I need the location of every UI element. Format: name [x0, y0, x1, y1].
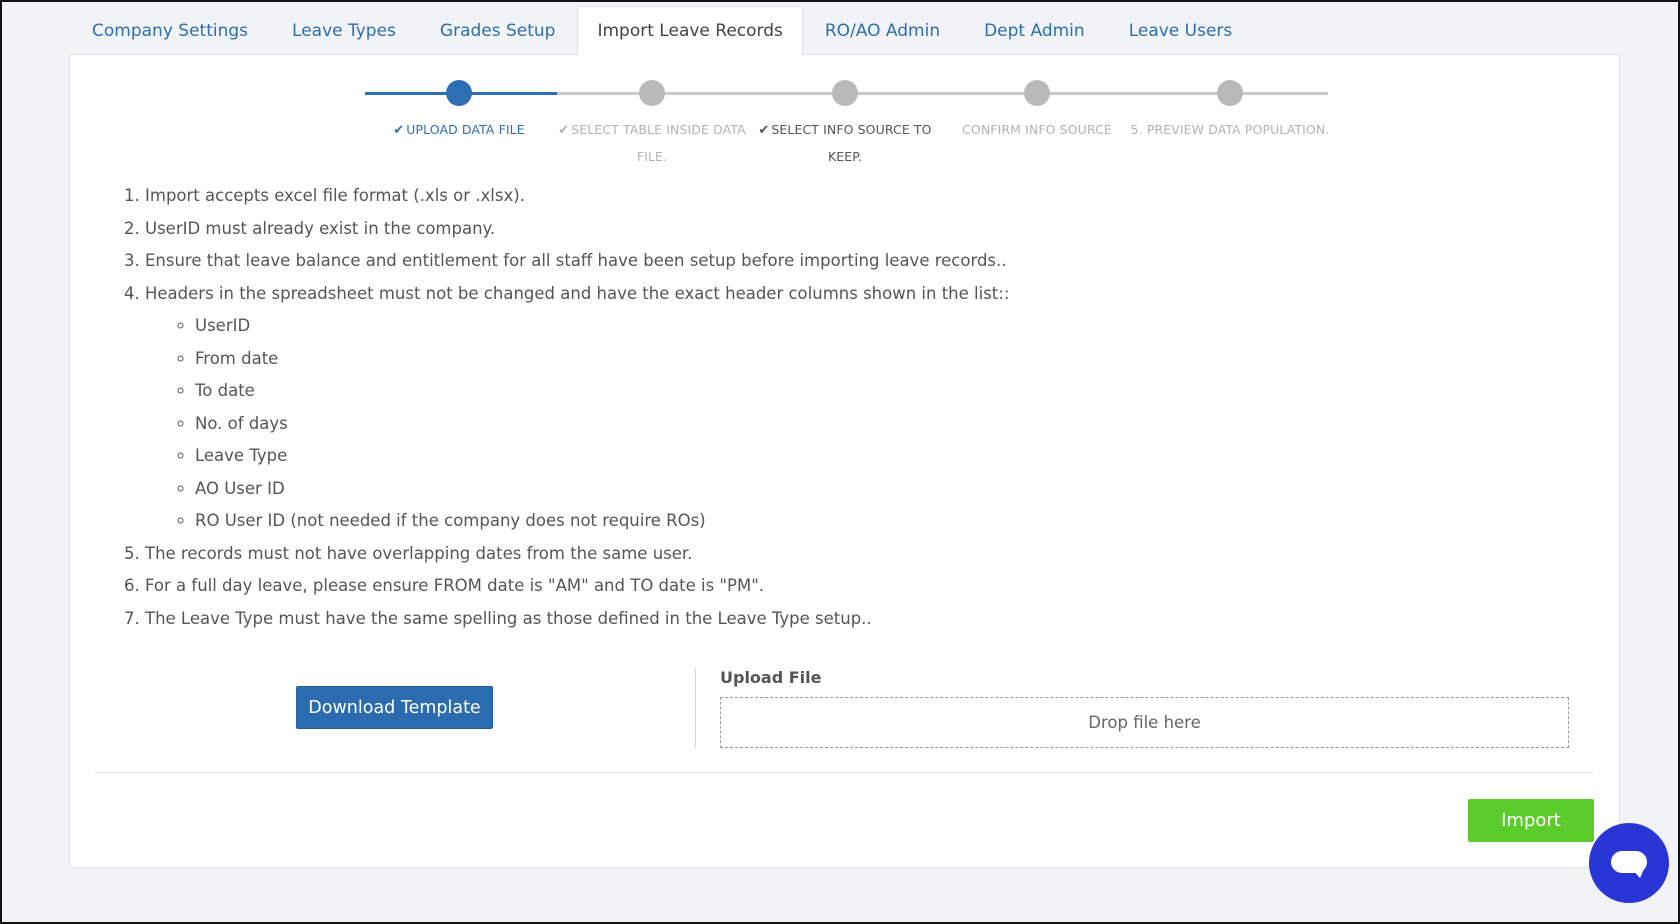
header-column-item: UserID [195, 310, 1526, 343]
chat-bubble-tail [1632, 869, 1644, 878]
check-icon: ✔ [558, 123, 570, 138]
step-select-info-source[interactable]: ✔ SELECT INFO SOURCE TO KEEP. [745, 80, 945, 170]
chat-launcher-button[interactable] [1589, 823, 1669, 903]
step-dot [639, 80, 665, 106]
import-instructions: Import accepts excel file format (.xls o… [126, 180, 1526, 635]
instruction-item: The records must not have overlapping da… [145, 538, 1526, 571]
instruction-item: Headers in the spreadsheet must not be c… [145, 278, 1526, 538]
import-stepper: ✔ UPLOAD DATA FILE ✔ SELECT TABLE INSIDE D… [365, 80, 1330, 170]
divider [94, 772, 1594, 773]
instruction-list: Import accepts excel file format (.xls o… [126, 180, 1526, 635]
file-dropzone[interactable]: Drop file here [720, 697, 1569, 748]
tab-grades-setup[interactable]: Grades Setup [418, 6, 578, 55]
step-label: 5. PREVIEW DATA POPULATION. [1130, 122, 1330, 137]
instruction-item: The Leave Type must have the same spelli… [145, 603, 1526, 636]
instruction-item: Import accepts excel file format (.xls o… [145, 180, 1526, 213]
step-confirm-info-source[interactable]: CONFIRM INFO SOURCE [937, 80, 1137, 143]
check-icon: ✔ [393, 123, 405, 138]
tab-import-leave-records[interactable]: Import Leave Records [577, 6, 803, 55]
tab-leave-types[interactable]: Leave Types [270, 6, 418, 55]
step-upload-data-file[interactable]: ✔ UPLOAD DATA FILE [359, 80, 559, 144]
header-column-item: From date [195, 343, 1526, 376]
step-dot [1024, 80, 1050, 106]
divider [695, 668, 696, 748]
tab-dept-admin[interactable]: Dept Admin [962, 6, 1107, 55]
upload-file-label: Upload File [720, 668, 822, 687]
header-column-item: RO User ID (not needed if the company do… [195, 505, 1526, 538]
step-label: ✔ UPLOAD DATA FILE [393, 122, 525, 138]
header-column-item: To date [195, 375, 1526, 408]
step-label: CONFIRM INFO SOURCE [962, 122, 1112, 137]
check-icon: ✔ [758, 123, 770, 138]
header-column-item: AO User ID [195, 473, 1526, 506]
header-column-list: UserID From date To date No. of days Lea… [145, 310, 1526, 538]
download-template-button[interactable]: Download Template [296, 686, 493, 729]
tab-company-settings[interactable]: Company Settings [70, 6, 270, 55]
step-label: ✔ SELECT TABLE INSIDE DATA FILE. [558, 122, 746, 164]
step-dot [1217, 80, 1243, 106]
instruction-item: Ensure that leave balance and entitlemen… [145, 245, 1526, 278]
tab-bar: Company Settings Leave Types Grades Setu… [70, 6, 1254, 55]
step-label: ✔ SELECT INFO SOURCE TO KEEP. [758, 122, 932, 164]
tab-ro-ao-admin[interactable]: RO/AO Admin [803, 6, 962, 55]
step-preview-data[interactable]: 5. PREVIEW DATA POPULATION. [1130, 80, 1330, 143]
step-select-table[interactable]: ✔ SELECT TABLE INSIDE DATA FILE. [552, 80, 752, 170]
import-button[interactable]: Import [1468, 799, 1594, 842]
step-dot [832, 80, 858, 106]
step-dot [446, 80, 472, 106]
header-column-item: Leave Type [195, 440, 1526, 473]
instruction-item: For a full day leave, please ensure FROM… [145, 570, 1526, 603]
header-column-item: No. of days [195, 408, 1526, 441]
tab-leave-users[interactable]: Leave Users [1107, 6, 1255, 55]
instruction-item: UserID must already exist in the company… [145, 213, 1526, 246]
